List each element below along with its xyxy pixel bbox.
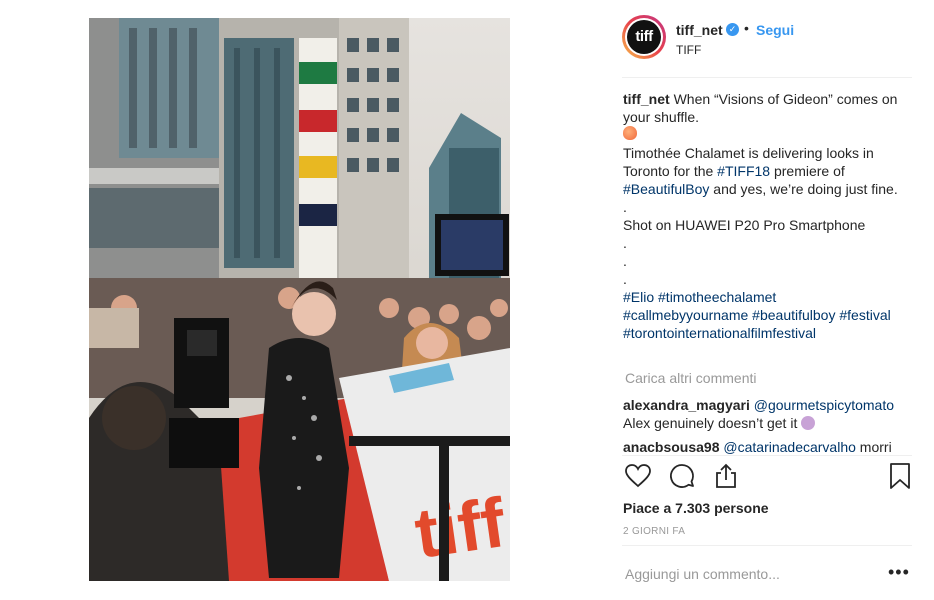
caption-username[interactable]: tiff_net [623, 91, 670, 107]
share-icon[interactable] [712, 462, 740, 490]
caption-text: Shot on HUAWEI P20 Pro Smartphone [623, 217, 866, 233]
caption-text: your shuffle. [623, 109, 700, 125]
comment-mention[interactable]: @catarinadecarvalho [723, 439, 856, 455]
caption-dot: . [623, 271, 627, 287]
post-sidebar: tiff tiff_net ✓ • Segui TIFF tiff_net Wh… [622, 0, 914, 600]
avatar-logo: tiff [627, 20, 661, 54]
follow-button[interactable]: Segui [756, 22, 794, 38]
likes-count[interactable]: Piace a 7.303 persone [623, 500, 769, 516]
comment-mention[interactable]: @gourmetspicytomato [754, 397, 894, 413]
add-comment-divider [622, 545, 912, 546]
post-date[interactable]: 2 GIORNI FA [623, 526, 685, 537]
caption-text: Timothée Chalamet is delivering looks in [623, 145, 874, 161]
verified-badge-icon: ✓ [726, 23, 739, 36]
peach-emoji-icon [623, 126, 637, 140]
hashtag-link[interactable]: #TIFF18 [717, 163, 770, 179]
location-subtitle[interactable]: TIFF [676, 43, 701, 57]
comment-text: Alex genuinely doesn’t get it [623, 414, 816, 432]
caption-dot: . [623, 253, 627, 269]
hashtag-link[interactable]: #BeautifulBoy [623, 181, 709, 197]
username-link[interactable]: tiff_net [676, 22, 723, 38]
hashtag-link[interactable]: #torontointernationalfilmfestival [623, 324, 913, 342]
caption-text: When “Visions of Gideon” comes on [673, 91, 898, 107]
separator-dot: • [744, 20, 749, 36]
post-header: tiff tiff_net ✓ • Segui TIFF [622, 14, 912, 64]
comment-icon[interactable] [668, 462, 696, 490]
comments-divider [622, 455, 912, 456]
caption-dot: . [623, 235, 627, 251]
svg-text:tiff: tiff [410, 483, 510, 573]
post-actions [622, 462, 912, 492]
post-caption: tiff_net When “Visions of Gideon” comes … [623, 90, 913, 342]
load-more-comments-button[interactable]: Carica altri commenti [625, 370, 756, 386]
hashtag-link[interactable]: #Elio #timotheechalamet [623, 288, 913, 306]
header-divider [622, 77, 912, 78]
comment-username[interactable]: alexandra_magyari [623, 397, 750, 413]
add-comment-input[interactable]: Aggiungi un commento... [625, 566, 780, 582]
more-options-icon[interactable]: ••• [888, 562, 910, 583]
avatar[interactable]: tiff [622, 15, 666, 59]
heart-icon[interactable] [624, 462, 652, 490]
person-shrugging-emoji-icon [801, 416, 816, 430]
bookmark-icon[interactable] [886, 462, 914, 490]
post-photo[interactable]: tiff [89, 18, 510, 581]
hashtag-link[interactable]: #callmebyyourname #beautifulboy #festiva… [623, 306, 913, 324]
caption-dot: . [623, 199, 627, 215]
comment: alexandra_magyari @gourmetspicytomato [623, 396, 894, 414]
comment-username[interactable]: anacbsousa98 [623, 439, 720, 455]
comment: anacbsousa98 @catarinadecarvalho morri [623, 439, 892, 455]
